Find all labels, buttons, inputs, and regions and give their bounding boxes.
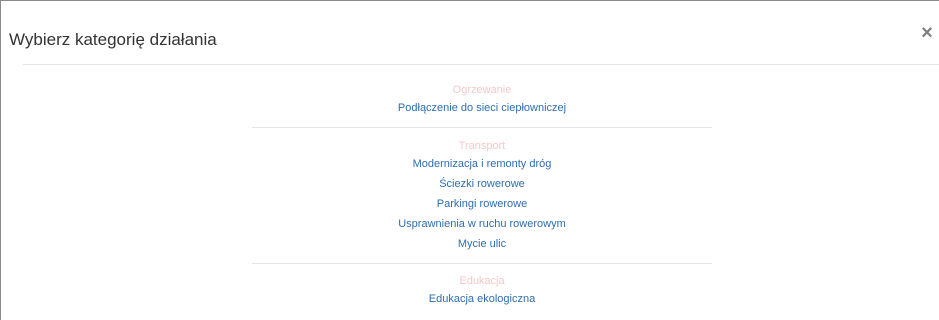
category-item-eco-education[interactable]: Edukacja ekologiczna (252, 289, 712, 309)
section-heading-transport: Transport (458, 140, 506, 152)
category-item-street-cleaning[interactable]: Mycie ulic (252, 234, 712, 254)
category-item-road-repairs[interactable]: Modernizacja i remonty dróg (252, 154, 712, 174)
category-item-bike-parking[interactable]: Parkingi rowerowe (252, 194, 712, 214)
category-item-bike-paths[interactable]: Ściezki rowerowe (252, 174, 712, 194)
section-divider (252, 127, 712, 128)
section-divider (252, 263, 712, 264)
close-button[interactable]: × (920, 23, 934, 43)
category-section-transport: Transport Modernizacja i remonty dróg Śc… (252, 138, 712, 254)
section-heading-education: Edukacja (459, 275, 505, 287)
category-section-heating: Ogrzewanie Podłączenie do sieci ciepłown… (252, 82, 712, 118)
category-item-bike-traffic[interactable]: Usprawnienia w ruchu rowerowym (252, 214, 712, 234)
category-modal: Wybierz kategorię działania × Ogrzewanie… (0, 0, 939, 320)
category-section-education: Edukacja Edukacja ekologiczna (252, 273, 712, 309)
header-divider (23, 64, 939, 65)
modal-title: Wybierz kategorię działania (9, 30, 217, 49)
modal-header: Wybierz kategorię działania × (1, 1, 939, 64)
category-item-district-heating[interactable]: Podłączenie do sieci ciepłowniczej (252, 98, 712, 118)
section-heading-heating: Ogrzewanie (452, 84, 512, 96)
